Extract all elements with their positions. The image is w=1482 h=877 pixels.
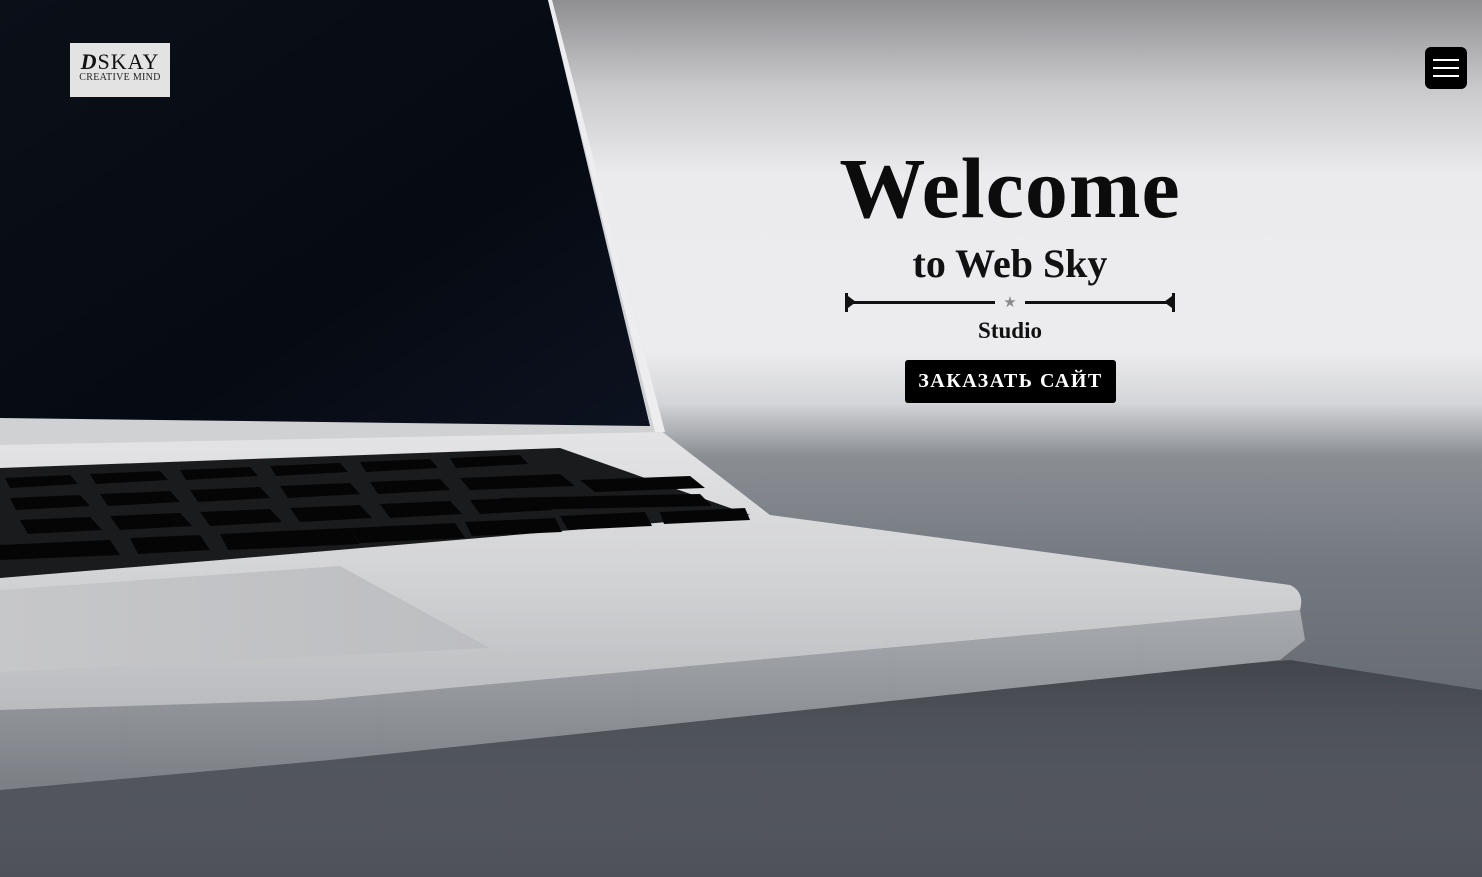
hamburger-menu-icon-bar — [1433, 67, 1459, 69]
logo-initial: D — [80, 49, 98, 74]
hero-title: Welcome — [839, 140, 1181, 236]
hamburger-menu-button[interactable] — [1425, 47, 1467, 89]
hero-section: DSKAY CREATIVE MIND Welcome to Web Sky ★… — [0, 0, 1482, 877]
logo-name: SKAY — [97, 49, 160, 74]
laptop-background-image — [0, 0, 1482, 877]
hamburger-menu-icon-bar — [1433, 59, 1459, 61]
site-logo[interactable]: DSKAY CREATIVE MIND — [70, 43, 170, 97]
logo-tagline: CREATIVE MIND — [79, 72, 161, 83]
hero-divider: ★ — [843, 292, 1177, 314]
hamburger-menu-icon-bar — [1433, 75, 1459, 77]
divider-right-arrow — [1164, 296, 1172, 308]
hero-subtitle: to Web Sky — [912, 241, 1108, 286]
divider-right-line — [1025, 301, 1173, 304]
divider-right-cap — [1172, 293, 1175, 312]
divider-left-line — [847, 301, 995, 304]
hero-label: Studio — [978, 318, 1042, 343]
star-icon: ★ — [1003, 295, 1017, 311]
logo-wordmark: DSKAY — [70, 49, 170, 74]
order-site-button[interactable]: ЗАКАЗАТЬ САЙТ — [905, 360, 1116, 403]
